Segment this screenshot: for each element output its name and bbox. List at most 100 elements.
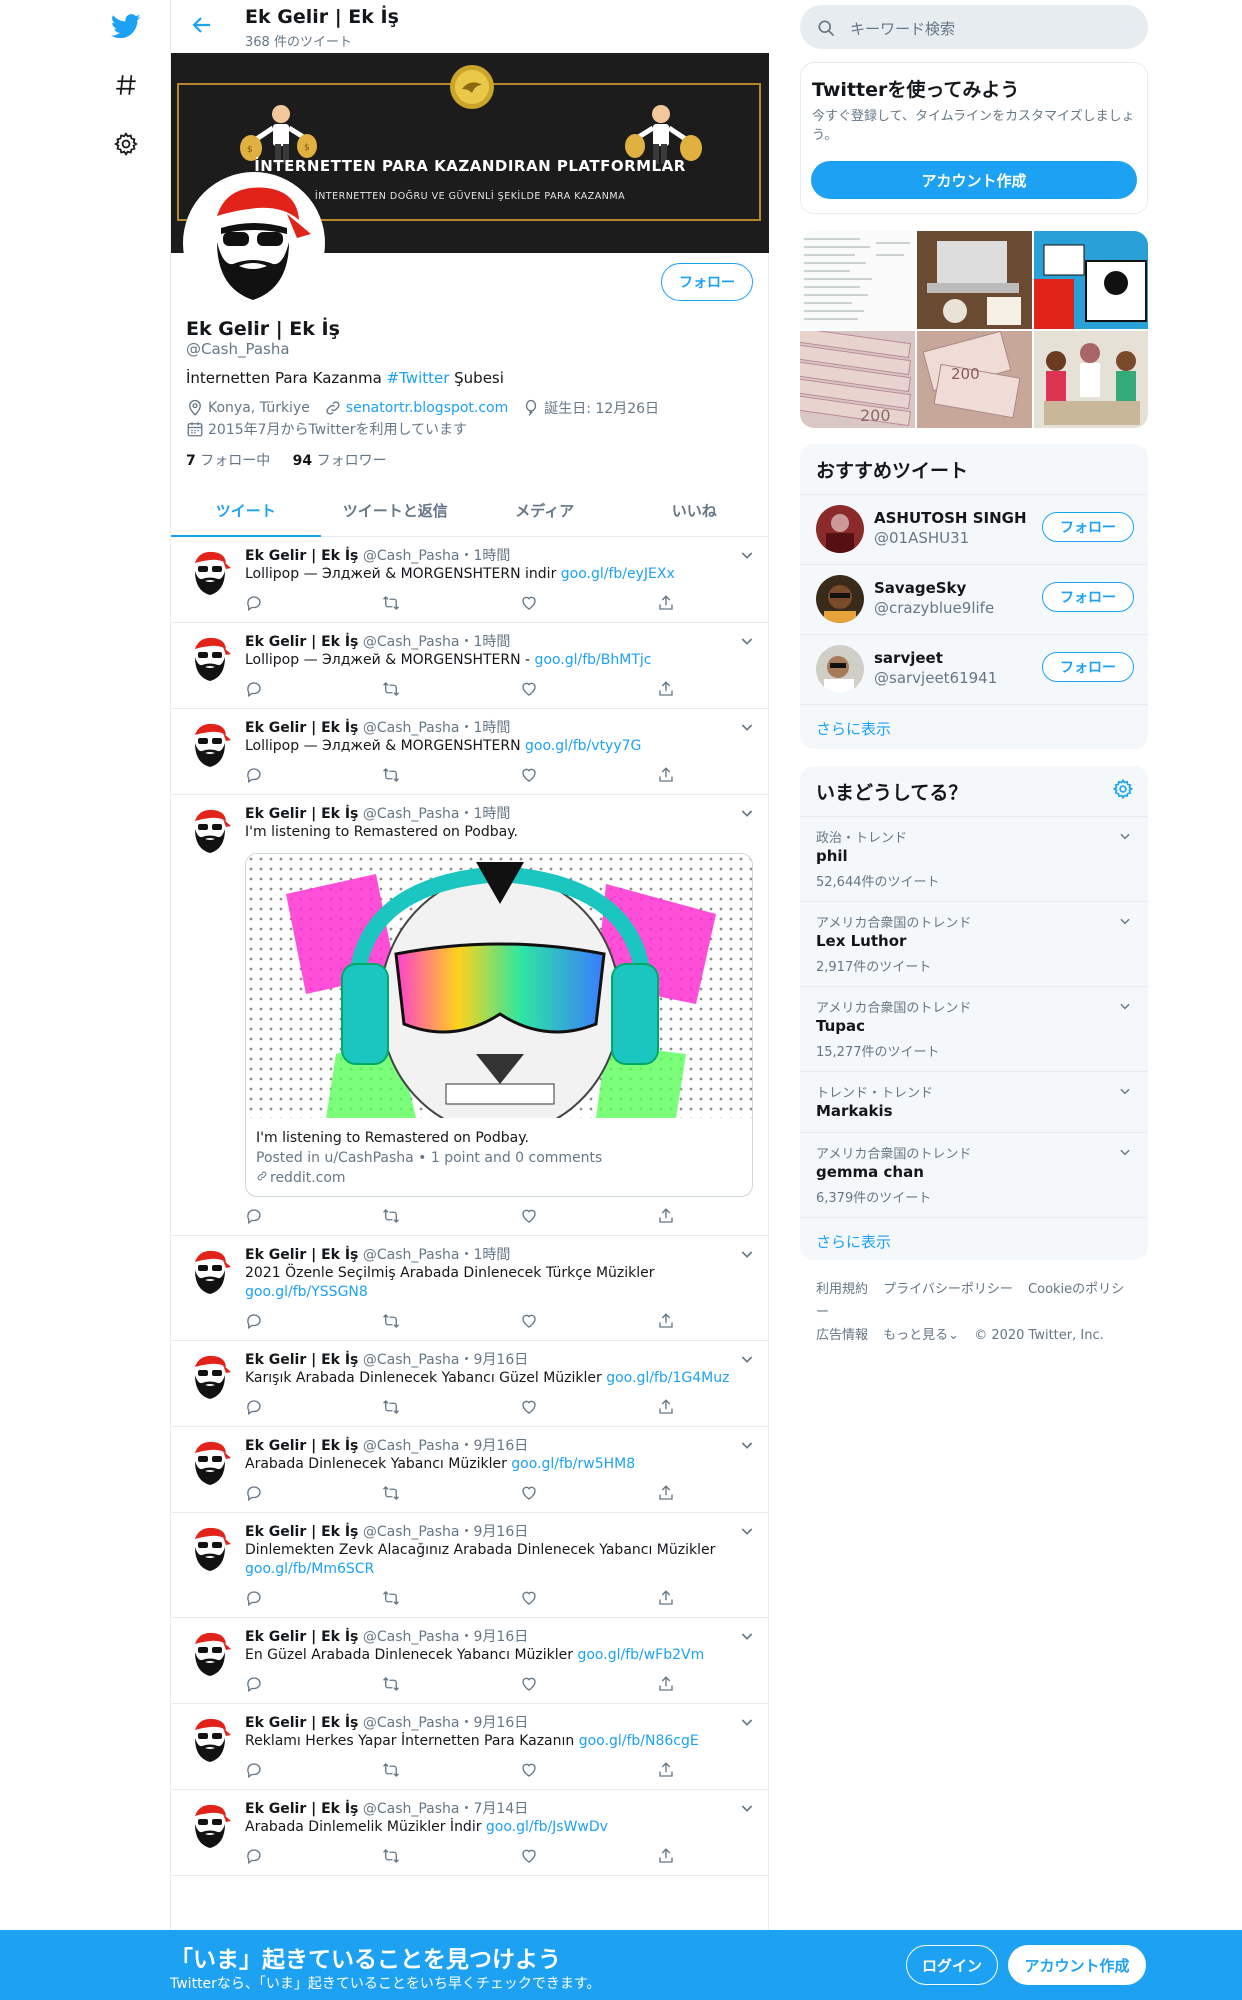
chevron-down-icon[interactable] xyxy=(739,1351,755,1367)
reply-icon[interactable] xyxy=(245,1207,263,1225)
footer-link-terms[interactable]: 利用規約 xyxy=(816,1282,868,1297)
chevron-down-icon[interactable] xyxy=(1118,999,1132,1013)
profile-website-link[interactable]: senatortr.blogspot.com xyxy=(346,400,508,416)
tweet-author-name[interactable]: Ek Gelir | Ek İş xyxy=(245,806,358,822)
tweet-link[interactable]: goo.gl/fb/N86cgE xyxy=(579,1733,699,1749)
retweet-icon[interactable] xyxy=(382,1312,400,1330)
follow-button[interactable]: フォロー xyxy=(661,263,753,301)
link-card[interactable]: I'm listening to Remastered on Podbay. Po… xyxy=(245,853,753,1197)
tweet-author-name[interactable]: Ek Gelir | Ek İş xyxy=(245,548,358,564)
suggested-user-name[interactable]: SavageSky xyxy=(874,579,966,597)
footer-link-more[interactable]: もっと見る⌄ xyxy=(883,1328,959,1343)
share-icon[interactable] xyxy=(657,1847,675,1865)
suggested-user-name[interactable]: sarvjeet xyxy=(874,649,943,667)
tweet-author-name[interactable]: Ek Gelir | Ek İş xyxy=(245,720,358,736)
tab-media[interactable]: メディア xyxy=(470,485,620,536)
avatar[interactable] xyxy=(189,807,231,855)
chevron-down-icon[interactable] xyxy=(739,1523,755,1539)
show-more-link[interactable]: さらに表示 xyxy=(816,1231,891,1252)
avatar[interactable] xyxy=(189,1716,231,1764)
tweet-author-name[interactable]: Ek Gelir | Ek İş xyxy=(245,1352,358,1368)
tweet[interactable]: Ek Gelir | Ek İş @Cash_Pasha・9月16日 En Güz… xyxy=(171,1618,769,1704)
trend-item[interactable]: 政治・トレンド phil 52,644件のツイート xyxy=(800,816,1148,901)
follow-button[interactable]: フォロー xyxy=(1042,652,1134,682)
following-link[interactable]: 7 フォロー中 xyxy=(186,453,270,469)
signup-button[interactable]: アカウント作成 xyxy=(1008,1945,1146,1985)
tab-tweets-and-replies[interactable]: ツイートと返信 xyxy=(321,485,471,536)
chevron-down-icon[interactable] xyxy=(739,1714,755,1730)
search-box[interactable]: キーワード検索 xyxy=(800,5,1148,49)
media-thumbnail[interactable]: 200 xyxy=(917,331,1032,428)
reply-icon[interactable] xyxy=(245,1312,263,1330)
tweet-author-name[interactable]: Ek Gelir | Ek İş xyxy=(245,1524,358,1540)
media-thumbnail[interactable] xyxy=(1034,331,1148,428)
retweet-icon[interactable] xyxy=(382,1398,400,1416)
media-thumbnail[interactable] xyxy=(917,231,1032,329)
tweet-link[interactable]: goo.gl/fb/vtyy7G xyxy=(525,738,641,754)
like-icon[interactable] xyxy=(520,1589,538,1607)
profile-avatar[interactable] xyxy=(183,172,325,314)
reply-icon[interactable] xyxy=(245,1761,263,1779)
chevron-down-icon[interactable] xyxy=(739,1246,755,1262)
retweet-icon[interactable] xyxy=(382,1589,400,1607)
retweet-icon[interactable] xyxy=(382,1484,400,1502)
like-icon[interactable] xyxy=(520,1675,538,1693)
tweet[interactable]: Ek Gelir | Ek İş @Cash_Pasha・7月14日 Arabad… xyxy=(171,1790,769,1876)
tweet-author-name[interactable]: Ek Gelir | Ek İş xyxy=(245,634,358,650)
hashtag-icon[interactable] xyxy=(106,65,146,105)
show-more-link[interactable]: さらに表示 xyxy=(816,718,891,739)
trend-item[interactable]: トレンド・トレンド Markakis xyxy=(800,1071,1148,1132)
like-icon[interactable] xyxy=(520,680,538,698)
reply-icon[interactable] xyxy=(245,1675,263,1693)
like-icon[interactable] xyxy=(520,1761,538,1779)
share-icon[interactable] xyxy=(657,1398,675,1416)
create-account-button[interactable]: アカウント作成 xyxy=(811,161,1137,199)
link-card-image[interactable] xyxy=(246,854,752,1118)
avatar[interactable] xyxy=(816,505,864,553)
tweet-author-name[interactable]: Ek Gelir | Ek İş xyxy=(245,1715,358,1731)
share-icon[interactable] xyxy=(657,1761,675,1779)
tweet[interactable]: Ek Gelir | Ek İş @Cash_Pasha・1時間 I'm list… xyxy=(171,795,769,1236)
tweet-link[interactable]: goo.gl/fb/eyJEXx xyxy=(561,566,675,582)
avatar[interactable] xyxy=(189,1353,231,1401)
search-input[interactable]: キーワード検索 xyxy=(850,18,955,39)
retweet-icon[interactable] xyxy=(382,594,400,612)
tweet[interactable]: Ek Gelir | Ek İş @Cash_Pasha・1時間 2021 Öze… xyxy=(171,1236,769,1341)
avatar[interactable] xyxy=(189,549,231,597)
retweet-icon[interactable] xyxy=(382,1761,400,1779)
retweet-icon[interactable] xyxy=(382,680,400,698)
retweet-icon[interactable] xyxy=(382,1675,400,1693)
login-button[interactable]: ログイン xyxy=(906,1945,998,1985)
avatar[interactable] xyxy=(816,575,864,623)
media-thumbnail[interactable] xyxy=(1034,231,1148,329)
avatar[interactable] xyxy=(189,1525,231,1573)
trend-item[interactable]: アメリカ合衆国のトレンド gemma chan 6,379件のツイート xyxy=(800,1132,1148,1217)
reply-icon[interactable] xyxy=(245,1847,263,1865)
tab-tweets[interactable]: ツイート xyxy=(171,485,321,537)
retweet-icon[interactable] xyxy=(382,1847,400,1865)
chevron-down-icon[interactable] xyxy=(1118,914,1132,928)
tweet[interactable]: Ek Gelir | Ek İş @Cash_Pasha・9月16日 Dinlem… xyxy=(171,1513,769,1618)
tweet-link[interactable]: goo.gl/fb/Mm6SCR xyxy=(245,1561,374,1577)
avatar[interactable] xyxy=(189,635,231,683)
tweet-author-name[interactable]: Ek Gelir | Ek İş xyxy=(245,1247,358,1263)
share-icon[interactable] xyxy=(657,1589,675,1607)
like-icon[interactable] xyxy=(520,1847,538,1865)
tweet-link[interactable]: goo.gl/fb/JsWwDv xyxy=(486,1819,608,1835)
avatar[interactable] xyxy=(189,1630,231,1678)
reply-icon[interactable] xyxy=(245,680,263,698)
reply-icon[interactable] xyxy=(245,1398,263,1416)
gear-icon[interactable] xyxy=(106,124,146,164)
tweet[interactable]: Ek Gelir | Ek İş @Cash_Pasha・9月16日 Arabad… xyxy=(171,1427,769,1513)
tweet-author-name[interactable]: Ek Gelir | Ek İş xyxy=(245,1801,358,1817)
reply-icon[interactable] xyxy=(245,594,263,612)
trend-item[interactable]: アメリカ合衆国のトレンド Lex Luthor 2,917件のツイート xyxy=(800,901,1148,986)
chevron-down-icon[interactable] xyxy=(739,1800,755,1816)
tweet-author-name[interactable]: Ek Gelir | Ek İş xyxy=(245,1438,358,1454)
suggested-user[interactable]: sarvjeet @sarvjeet61941 フォロー xyxy=(800,634,1148,704)
tweet-link[interactable]: goo.gl/fb/wFb2Vm xyxy=(577,1647,704,1663)
tweet-link[interactable]: goo.gl/fb/1G4Muz xyxy=(606,1370,729,1386)
chevron-down-icon[interactable] xyxy=(739,1628,755,1644)
tweet[interactable]: Ek Gelir | Ek İş @Cash_Pasha・9月16日 Reklam… xyxy=(171,1704,769,1790)
reply-icon[interactable] xyxy=(245,766,263,784)
